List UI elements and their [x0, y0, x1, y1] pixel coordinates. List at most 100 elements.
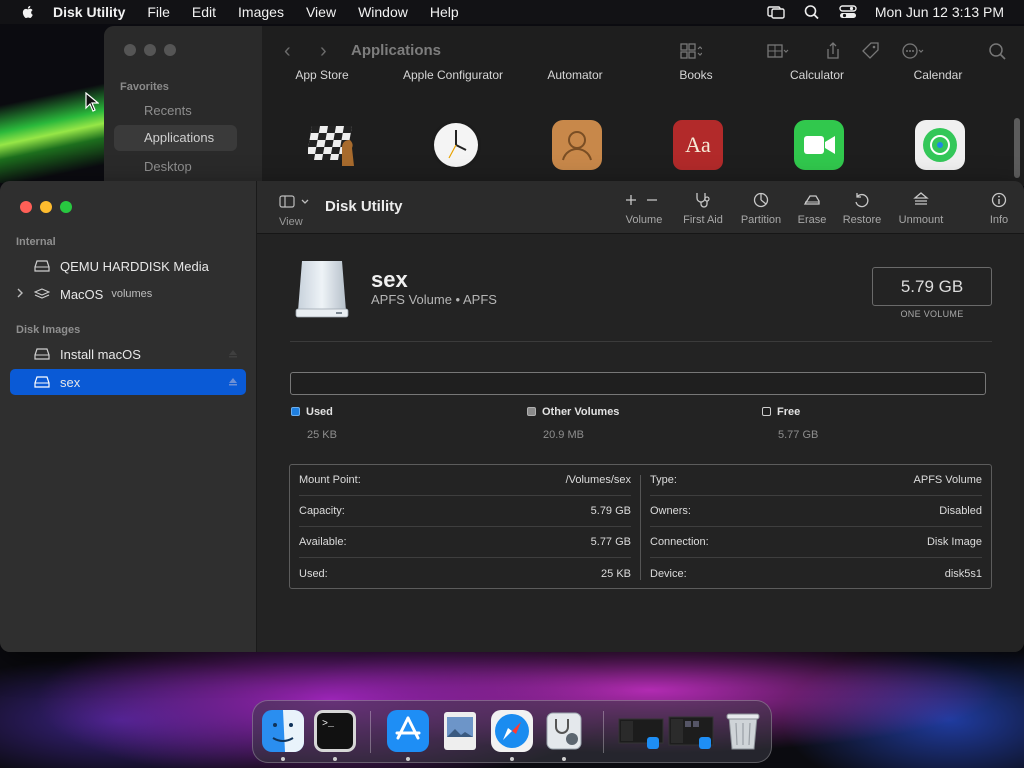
sidebar-toggle-icon[interactable]: [279, 194, 311, 210]
window-thumbnail[interactable]: [617, 709, 665, 753]
eject-icon[interactable]: [228, 350, 238, 358]
unmount-button[interactable]: Unmount: [895, 192, 947, 226]
sidebar-item-recents[interactable]: Recents: [144, 103, 192, 118]
more-actions-icon[interactable]: [902, 41, 924, 61]
stethoscope-icon: [696, 193, 710, 208]
search-icon[interactable]: [987, 41, 1009, 61]
first-aid-button[interactable]: First Aid: [679, 192, 727, 226]
restore-button[interactable]: Restore: [840, 192, 884, 226]
info-row-owners: Owners: Disabled: [650, 496, 982, 527]
erase-icon: [803, 195, 820, 205]
sidebar-item-install-macos[interactable]: Install macOS: [10, 341, 246, 367]
svg-text:Aa: Aa: [685, 132, 711, 157]
app-label: App Store: [295, 68, 349, 82]
window-controls: [20, 201, 72, 213]
sidebar-item-sex[interactable]: sex: [10, 369, 246, 395]
disk-utility-icon[interactable]: [542, 709, 586, 753]
external-drive-icon: [295, 261, 349, 318]
safari-icon[interactable]: [490, 709, 534, 753]
icon-view-icon[interactable]: [680, 41, 702, 61]
group-icon[interactable]: [767, 41, 789, 61]
contacts-app-icon[interactable]: [550, 118, 604, 172]
info-value: 25 KB: [601, 567, 631, 580]
sidebar-item-desktop[interactable]: Desktop: [144, 159, 192, 174]
zoom-button[interactable]: [164, 44, 176, 56]
info-column-right: Type: APFS Volume Owners: Disabled Conne…: [641, 465, 991, 590]
preview-icon[interactable]: [438, 709, 482, 753]
menu-edit[interactable]: Edit: [192, 4, 216, 20]
legend-value: 20.9 MB: [543, 429, 584, 441]
chevron-right-icon[interactable]: [16, 288, 24, 298]
info-row-device: Device: disk5s1: [650, 558, 982, 589]
finder-title: Applications: [351, 42, 442, 59]
sidebar-item-label: QEMU HARDDISK Media: [60, 258, 209, 274]
find-my-app-icon[interactable]: [913, 118, 967, 172]
view-label: View: [279, 216, 303, 228]
minimize-button[interactable]: [40, 201, 52, 213]
legend-value: 25 KB: [307, 429, 337, 441]
back-icon[interactable]: ‹: [284, 40, 291, 63]
zoom-button[interactable]: [60, 201, 72, 213]
info-row-capacity: Capacity: 5.79 GB: [299, 496, 631, 527]
menu-window[interactable]: Window: [358, 4, 408, 20]
running-indicator: [562, 757, 566, 761]
clock-app-icon[interactable]: [429, 118, 483, 172]
info-row-available: Available: 5.77 GB: [299, 527, 631, 558]
app-store-icon[interactable]: [386, 709, 430, 753]
menu-view[interactable]: View: [306, 4, 336, 20]
tag-icon[interactable]: [860, 41, 882, 61]
terminal-icon[interactable]: >_: [313, 709, 357, 753]
sidebar-item-qemu-harddisk[interactable]: QEMU HARDDISK Media: [10, 253, 246, 279]
running-indicator: [510, 757, 514, 761]
close-button[interactable]: [124, 44, 136, 56]
eject-icon[interactable]: [228, 378, 238, 386]
sidebar-item-macos[interactable]: MacOS volumes: [10, 281, 246, 307]
menu-app-name[interactable]: Disk Utility: [53, 4, 125, 20]
control-center-icon[interactable]: [839, 4, 857, 20]
legend-other-volumes: Other Volumes 20.9 MB: [527, 406, 619, 441]
disk-utility-window: Internal QEMU HARDDISK Media MacOS volum…: [0, 181, 1024, 652]
apple-icon[interactable]: [20, 4, 36, 20]
finder-scrollbar[interactable]: [1014, 118, 1020, 178]
partition-button[interactable]: Partition: [738, 192, 784, 226]
volume-size-caption: ONE VOLUME: [900, 309, 964, 319]
layers-icon: [34, 288, 50, 299]
finder-window-controls: [124, 44, 176, 56]
sidebar-item-sublabel: volumes: [111, 288, 153, 300]
info-value: Disk Image: [926, 536, 982, 548]
disk-utility-sidebar: Internal QEMU HARDDISK Media MacOS volum…: [0, 181, 257, 652]
disk-images-section-header: Disk Images: [16, 324, 81, 336]
sidebar-item-applications[interactable]: Applications: [114, 125, 237, 151]
spotlight-search-icon[interactable]: [803, 4, 821, 20]
legend-name: Used: [306, 406, 333, 418]
facetime-app-icon[interactable]: [792, 118, 846, 172]
close-button[interactable]: [20, 201, 32, 213]
chess-app-icon[interactable]: [308, 118, 362, 172]
volume-info-table: Mount Point: /Volumes/sex Capacity: 5.79…: [289, 464, 992, 589]
volume-subtitle: APFS Volume • APFS: [371, 292, 497, 307]
info-button[interactable]: Info: [986, 192, 1012, 226]
disk-utility-toolbar: View Disk Utility Volume First Aid Parti…: [257, 181, 1024, 234]
screen-mirroring-icon[interactable]: [767, 4, 785, 20]
erase-button[interactable]: Erase: [795, 192, 829, 226]
hard-disk-icon: [34, 376, 50, 388]
finder-icon[interactable]: [261, 709, 305, 753]
menu-clock[interactable]: Mon Jun 12 3:13 PM: [875, 4, 1004, 20]
window-title: Disk Utility: [325, 198, 403, 215]
menu-bar: Disk Utility File Edit Images View Windo…: [0, 0, 1024, 24]
window-thumbnail[interactable]: [667, 709, 715, 753]
menu-file[interactable]: File: [147, 4, 170, 20]
forward-icon[interactable]: ›: [320, 40, 327, 63]
running-indicator: [333, 757, 337, 761]
volume-button[interactable]: Volume: [625, 192, 663, 226]
trash-icon[interactable]: [721, 709, 765, 753]
hard-disk-icon: [34, 260, 50, 272]
minimize-button[interactable]: [144, 44, 156, 56]
menu-help[interactable]: Help: [430, 4, 459, 20]
menu-images[interactable]: Images: [238, 4, 284, 20]
dictionary-app-icon[interactable]: Aa: [671, 118, 725, 172]
share-icon[interactable]: [822, 41, 844, 61]
info-label: Mount Point:: [299, 474, 361, 486]
legend-free: Free 5.77 GB: [762, 406, 818, 441]
tool-label: First Aid: [683, 214, 723, 226]
